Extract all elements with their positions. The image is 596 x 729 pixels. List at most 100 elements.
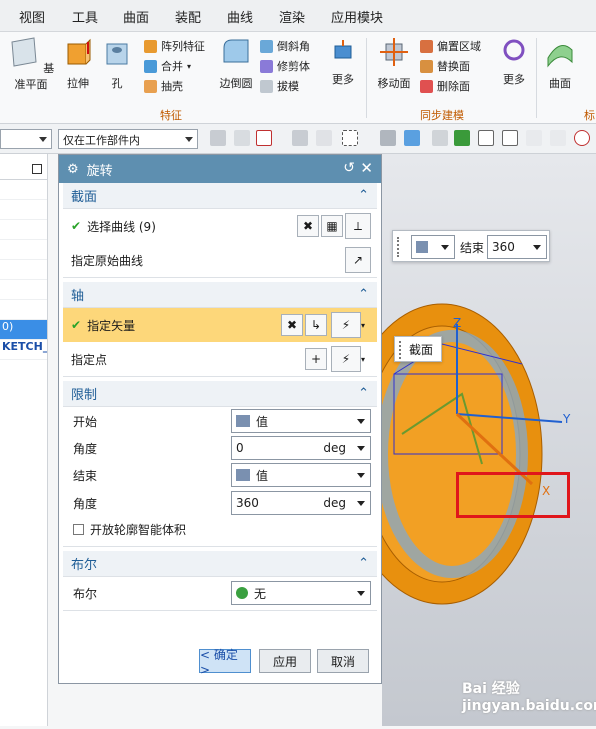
end-float-value[interactable]: 360 xyxy=(487,235,547,259)
start-option-dropdown[interactable]: 值 xyxy=(231,409,371,433)
hole-button[interactable]: 孔 xyxy=(100,36,134,91)
section-tag[interactable]: 截面 xyxy=(394,336,442,362)
trim-body-button[interactable]: 修剪体 xyxy=(260,58,310,74)
open-profile-checkbox[interactable] xyxy=(73,524,84,535)
start-angle-input[interactable]: 0 deg xyxy=(231,436,371,460)
menu-curve[interactable]: 曲线 xyxy=(227,7,253,26)
pattern-feature-button[interactable]: 阵列特征 xyxy=(144,38,205,54)
datum-plane-button[interactable]: 基准平面 xyxy=(6,36,56,92)
axis-group-header[interactable]: 轴 ⌃ xyxy=(63,282,377,308)
filter-icon[interactable] xyxy=(234,130,250,146)
vector-dropdown-arrow[interactable]: ▾ xyxy=(361,312,373,338)
menu-surface[interactable]: 曲面 xyxy=(123,7,149,26)
surface-button[interactable]: 曲面 xyxy=(540,36,580,91)
ok-button[interactable]: < 确定 > xyxy=(199,648,251,677)
select-curve-row[interactable]: ✔ 选择曲线 (9) ✖ ▦ ⟂ xyxy=(63,209,377,243)
open-profile-option[interactable]: 开放轮廓智能体积 xyxy=(73,521,186,538)
pick-icon[interactable] xyxy=(292,130,308,146)
part-navigator: 0) KETCH_... xyxy=(0,154,48,726)
lasso-icon[interactable] xyxy=(316,130,332,146)
move-face-icon xyxy=(380,38,408,66)
reverse-direction-icon[interactable]: ✖ xyxy=(281,314,303,336)
menu-view[interactable]: 视图 xyxy=(19,7,45,26)
point-dialog-icon[interactable]: + xyxy=(305,348,327,370)
navigator-row[interactable] xyxy=(0,240,47,260)
grip-handle[interactable] xyxy=(397,237,401,257)
navigator-row[interactable] xyxy=(0,260,47,280)
inferred-vector-icon[interactable]: ⚡ xyxy=(331,312,361,338)
specify-point-row[interactable]: 指定点 + ⚡ ▾ xyxy=(63,342,377,376)
draft-button[interactable]: 拔模 xyxy=(260,78,299,94)
select-body-icon[interactable] xyxy=(380,130,396,146)
rectangle-select-icon[interactable] xyxy=(342,130,358,146)
point-dropdown-arrow[interactable]: ▾ xyxy=(361,346,373,372)
hole-icon xyxy=(106,43,128,65)
more-feature-label: 更多 xyxy=(332,73,354,86)
select-point-icon[interactable] xyxy=(256,130,272,146)
extrude-button[interactable]: 拉伸 xyxy=(58,36,98,91)
specify-vector-row[interactable]: ✔ 指定矢量 ✖ ↳ ⚡ ▾ xyxy=(63,308,377,342)
cancel-button[interactable]: 取消 xyxy=(317,649,369,673)
highlight-box xyxy=(456,472,570,518)
menu-tools[interactable]: 工具 xyxy=(72,7,98,26)
navigator-row[interactable] xyxy=(0,280,47,300)
axis-group: 轴 ⌃ ✔ 指定矢量 ✖ ↳ ⚡ ▾ 指定点 + ⚡ ▾ xyxy=(63,282,377,377)
menu-applications[interactable]: 应用模块 xyxy=(331,7,383,26)
limits-group-header[interactable]: 限制 ⌃ xyxy=(63,381,377,407)
curve-icon[interactable] xyxy=(526,130,542,146)
navigator-row[interactable] xyxy=(0,180,47,200)
vector-dialog-icon[interactable]: ↳ xyxy=(305,314,327,336)
move-face-button[interactable]: 移动面 xyxy=(372,36,416,91)
arrow-icon[interactable] xyxy=(432,130,448,146)
end-angle-input[interactable]: 360 deg xyxy=(231,491,371,515)
gear-icon[interactable]: ⚙ xyxy=(67,162,79,177)
select-face-icon[interactable] xyxy=(404,130,420,146)
end-option-dropdown[interactable]: 值 xyxy=(231,463,371,487)
replace-face-button[interactable]: 替换面 xyxy=(420,58,470,74)
select-curve-icon[interactable]: ⟂ xyxy=(345,213,371,239)
shell-button[interactable]: 抽壳 xyxy=(144,78,183,94)
collapse-icon: ⌃ xyxy=(358,386,369,401)
navigator-row-sketch[interactable]: KETCH_... xyxy=(0,340,47,360)
trim-body-icon xyxy=(260,59,273,73)
inferred-point-icon[interactable]: ⚡ xyxy=(331,346,361,372)
navigator-row[interactable] xyxy=(0,200,47,220)
check-icon: ✔ xyxy=(71,219,82,233)
sketch-section-icon[interactable]: ▦ xyxy=(321,215,343,237)
end-method-dropdown[interactable] xyxy=(411,235,455,259)
center-point-icon[interactable] xyxy=(574,130,590,146)
selection-scope-dropdown[interactable]: 仅在工作部件内 xyxy=(58,129,198,149)
edge-blend-icon xyxy=(223,39,249,63)
curve-rule-icon[interactable]: ✖ xyxy=(297,215,319,237)
chamfer-button[interactable]: 倒斜角 xyxy=(260,38,310,54)
more-feature-button[interactable]: 更多 xyxy=(326,36,360,87)
value-icon xyxy=(236,415,250,427)
offset-region-button[interactable]: 偏置区域 xyxy=(420,38,481,54)
boolean-group-header[interactable]: 布尔 ⌃ xyxy=(63,551,377,577)
delete-face-button[interactable]: 删除面 xyxy=(420,78,470,94)
boolean-dropdown[interactable]: 无 xyxy=(231,581,371,605)
section-group-header[interactable]: 截面 ⌃ xyxy=(63,183,377,209)
unite-button[interactable]: 合并 ▾ xyxy=(144,58,191,74)
end-label: 结束 xyxy=(73,469,98,483)
line-mid-icon[interactable] xyxy=(502,130,518,146)
navigator-row-selected[interactable]: 0) xyxy=(0,320,47,340)
reset-icon[interactable]: ↺ xyxy=(343,160,355,176)
maximize-icon[interactable] xyxy=(32,164,42,174)
snap-icon[interactable] xyxy=(210,130,226,146)
navigator-row[interactable] xyxy=(0,220,47,240)
draft-icon xyxy=(260,79,273,93)
apply-button[interactable]: 应用 xyxy=(259,649,311,673)
more-sync-button[interactable]: 更多 xyxy=(496,36,532,87)
specify-origin-curve-row[interactable]: 指定原始曲线 ↗ xyxy=(63,243,377,277)
navigator-row[interactable] xyxy=(0,300,47,320)
type-filter-dropdown[interactable] xyxy=(0,129,52,149)
menu-render[interactable]: 渲染 xyxy=(279,7,305,26)
line-end-icon[interactable] xyxy=(478,130,494,146)
close-icon[interactable]: ✕ xyxy=(360,159,373,177)
edge-blend-button[interactable]: 边倒圆 xyxy=(214,36,258,91)
menu-assembly[interactable]: 装配 xyxy=(175,7,201,26)
intersection-icon[interactable] xyxy=(550,130,566,146)
snap-points-icon[interactable] xyxy=(454,130,470,146)
origin-curve-icon[interactable]: ↗ xyxy=(345,247,371,273)
